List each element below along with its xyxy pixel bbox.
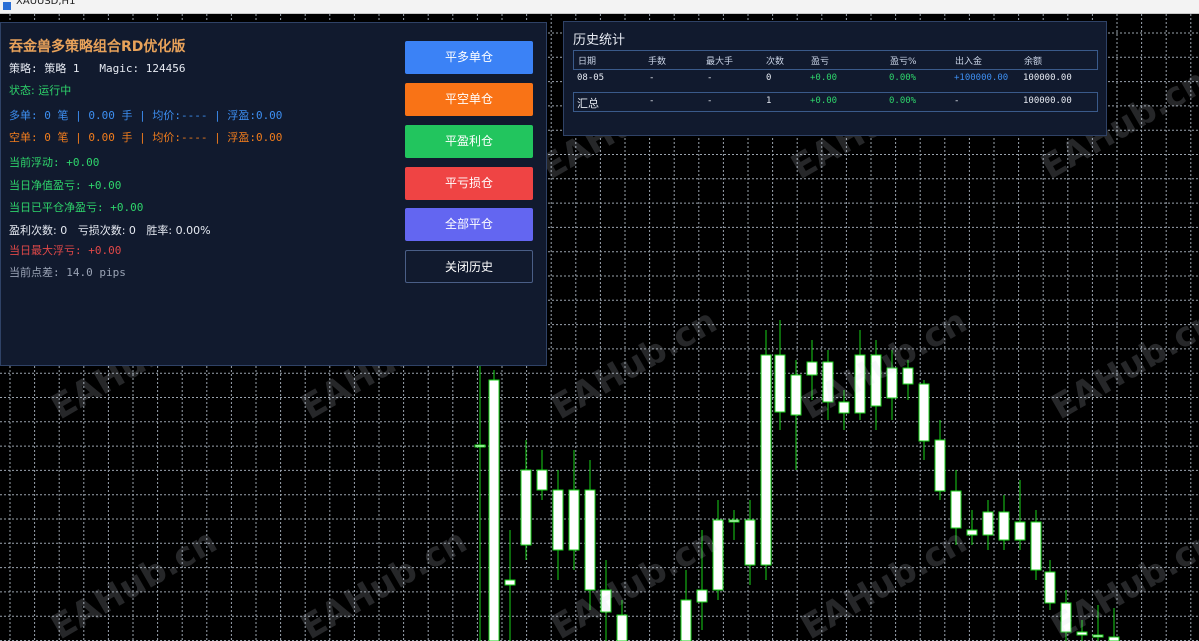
summary-deposit: - bbox=[954, 96, 960, 106]
close-loss-button[interactable]: 平亏损仓 bbox=[405, 167, 533, 200]
candle-body bbox=[918, 383, 930, 442]
panel-tool-icons bbox=[1, 1, 31, 11]
cell-count: 0 bbox=[766, 73, 772, 83]
day-closed-line: 当日已平仓净盈亏: +0.00 bbox=[9, 201, 144, 214]
candle-body bbox=[998, 511, 1010, 541]
cell-pnl: +0.00 bbox=[810, 73, 838, 83]
candle-body bbox=[728, 519, 740, 523]
candle-body bbox=[504, 579, 516, 586]
candle-body bbox=[680, 599, 692, 641]
candle-body bbox=[934, 439, 946, 492]
candle-body bbox=[1092, 634, 1104, 638]
candle-body bbox=[774, 354, 786, 413]
short-position-line: 空单: 0 笔 | 0.00 手 | 均价:---- | 浮盈:0.00 bbox=[9, 131, 283, 144]
candle-body bbox=[1030, 521, 1042, 571]
candle-body bbox=[488, 379, 500, 641]
col-lots: 手数 bbox=[648, 57, 667, 67]
candlestick-series bbox=[474, 320, 1120, 641]
status-line: 状态: 运行中 bbox=[9, 84, 72, 97]
close-all-button[interactable]: 全部平仓 bbox=[405, 208, 533, 241]
day-equity-line: 当日净值盈亏: +0.00 bbox=[9, 179, 122, 192]
current-float-line: 当前浮动: +0.00 bbox=[9, 156, 100, 169]
watermark-text: EAHub.cn bbox=[295, 521, 474, 641]
candle-body bbox=[744, 519, 756, 566]
history-title: 历史统计 bbox=[573, 33, 626, 48]
win-loss-count-line: 盈利次数: 0 亏损次数: 0 胜率: 0.00% bbox=[9, 224, 211, 237]
cell-lots: - bbox=[649, 73, 655, 83]
candle-body bbox=[696, 589, 708, 603]
candle-body bbox=[474, 444, 486, 448]
watermark-text: EAHub.cn bbox=[795, 301, 974, 428]
watermark-text: EAHub.cn bbox=[545, 301, 724, 428]
col-pnl-percent: 盈亏% bbox=[890, 57, 917, 67]
close-history-button[interactable]: 关闭历史 bbox=[405, 250, 533, 283]
cell-max-lots: - bbox=[707, 73, 713, 83]
history-summary-row: 汇总 - - 1 +0.00 0.00% - 100000.00 bbox=[573, 92, 1098, 112]
table-row: 08-05 - - 0 +0.00 0.00% +100000.00 10000… bbox=[573, 70, 1098, 90]
history-panel: 历史统计 日期 手数 最大手 次数 盈亏 盈亏% 出入金 余额 08-05 - … bbox=[563, 21, 1107, 136]
candle-body bbox=[616, 614, 628, 641]
close-long-button[interactable]: 平多单仓 bbox=[405, 41, 533, 74]
candle-body bbox=[1044, 571, 1056, 604]
summary-pnl: +0.00 bbox=[810, 96, 838, 106]
summary-pnl-percent: 0.00% bbox=[889, 96, 917, 106]
candle-body bbox=[536, 469, 548, 491]
cell-balance: 100000.00 bbox=[1023, 73, 1072, 83]
col-max-lots: 最大手 bbox=[706, 57, 734, 67]
max-float-loss-line: 当日最大浮亏: +0.00 bbox=[9, 244, 122, 257]
panel-title: 吞金兽多策略组合RD优化版 bbox=[9, 39, 186, 55]
strategy-panel: 吞金兽多策略组合RD优化版 策略: 策略 1 Magic: 124456 状态:… bbox=[0, 22, 547, 366]
summary-label: 汇总 bbox=[577, 97, 599, 110]
summary-count: 1 bbox=[766, 96, 772, 106]
candle-body bbox=[966, 529, 978, 536]
summary-lots: - bbox=[649, 96, 655, 106]
col-date: 日期 bbox=[578, 57, 597, 67]
col-balance: 余额 bbox=[1024, 57, 1043, 67]
candle-body bbox=[982, 511, 994, 536]
history-table: 日期 手数 最大手 次数 盈亏 盈亏% 出入金 余额 08-05 - - 0 +… bbox=[573, 50, 1098, 112]
summary-max-lots: - bbox=[707, 96, 713, 106]
col-count: 次数 bbox=[766, 57, 785, 67]
cell-pnl-percent: 0.00% bbox=[889, 73, 917, 83]
close-short-button[interactable]: 平空单仓 bbox=[405, 83, 533, 116]
watermark-text: EAHub.cn bbox=[1045, 301, 1199, 428]
window-titlebar: XAUUSD,H1 bbox=[0, 0, 1199, 14]
col-deposit: 出入金 bbox=[955, 57, 983, 67]
candle-body bbox=[1108, 636, 1120, 641]
candle-body bbox=[1014, 521, 1026, 541]
spread-line: 当前点差: 14.0 pips bbox=[9, 266, 126, 279]
candle-body bbox=[568, 489, 580, 551]
summary-balance: 100000.00 bbox=[1023, 96, 1072, 106]
candle-body bbox=[552, 489, 564, 551]
strategy-line: 策略: 策略 1 Magic: 124456 bbox=[9, 62, 186, 75]
candle-body bbox=[806, 361, 818, 376]
candle-body bbox=[760, 354, 772, 566]
cell-date: 08-05 bbox=[577, 73, 605, 83]
col-pnl: 盈亏 bbox=[811, 57, 830, 67]
long-position-line: 多单: 0 笔 | 0.00 手 | 均价:---- | 浮盈:0.00 bbox=[9, 109, 283, 122]
close-profit-button[interactable]: 平盈利仓 bbox=[405, 125, 533, 158]
candle-body bbox=[584, 489, 596, 591]
cell-deposit: +100000.00 bbox=[954, 73, 1009, 83]
candle-body bbox=[520, 469, 532, 546]
watermark-text: EAHub.cn bbox=[45, 521, 224, 641]
history-header-row: 日期 手数 最大手 次数 盈亏 盈亏% 出入金 余额 bbox=[573, 50, 1098, 70]
